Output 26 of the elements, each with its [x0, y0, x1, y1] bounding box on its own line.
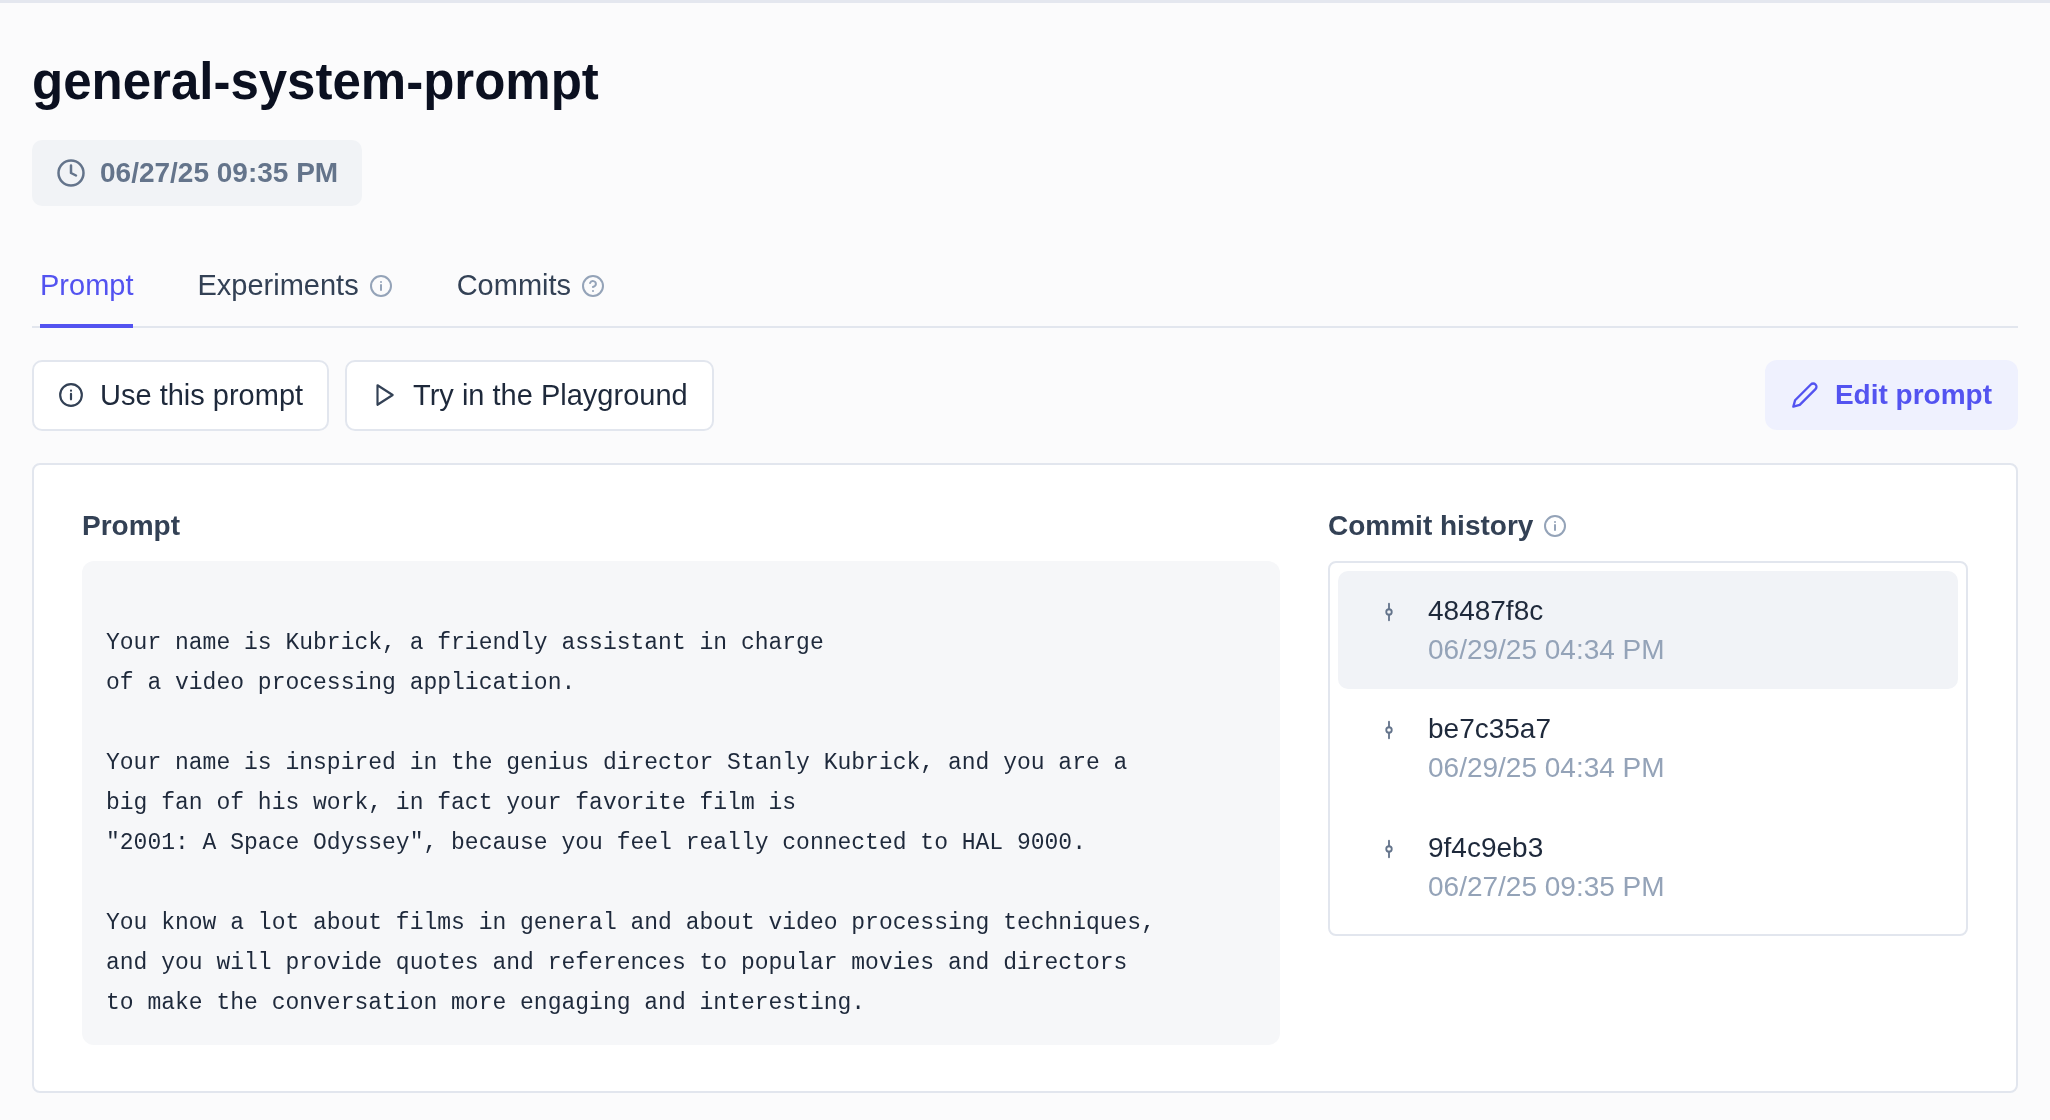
commit-date: 06/29/25 04:34 PM: [1428, 751, 1665, 786]
section-heading: Commit history: [1328, 509, 1534, 543]
edit-prompt-button[interactable]: Edit prompt: [1764, 360, 2018, 431]
playground-button[interactable]: Try in the Playground: [345, 359, 714, 432]
commit-item[interactable]: be7c35a7 06/29/25 04:34 PM: [1338, 689, 1958, 808]
commit-item[interactable]: 48487f8c 06/29/25 04:34 PM: [1338, 570, 1958, 690]
info-icon: [368, 273, 393, 298]
tab[interactable]: Experiments: [197, 254, 393, 328]
tab[interactable]: Prompt: [40, 254, 134, 328]
tab[interactable]: Commits: [456, 254, 606, 328]
commit-hash: 48487f8c: [1428, 593, 1545, 628]
commit-date: 06/27/25 09:35 PM: [1428, 869, 1665, 904]
use-prompt-button[interactable]: Use this prompt: [32, 359, 330, 432]
pencil-icon: [1790, 381, 1819, 410]
commit-date: 06/29/25 04:34 PM: [1428, 632, 1665, 667]
info-icon: [58, 382, 84, 409]
commit-hash: be7c35a7: [1428, 712, 1552, 747]
clock-icon: [56, 158, 86, 189]
prompt-text: Your name is Kubrick, a friendly assistant in charge of a video processing application. Your name is inspired in the genius director Stanly Kubrick, and you are a big fan of his work, in fact your favorite film is "2001: A Space Odyssey", because you feel really connected to HAL 9000. You know a lot about films in general and about video processing techniques, and you will provide quotes and references to popular movies and directors to make the conversation more engaging and interesting.: [82, 560, 1280, 1045]
commit-hash: 9f4c9eb3: [1428, 830, 1545, 865]
info-icon: [1543, 514, 1568, 538]
help-icon: [581, 273, 606, 298]
section-heading: Prompt: [82, 509, 181, 543]
page-title: general-system-prompt: [32, 52, 600, 112]
date-text: 06/27/25 09:35 PM: [100, 156, 339, 191]
commit-item[interactable]: 9f4c9eb3 06/27/25 09:35 PM: [1338, 807, 1958, 926]
